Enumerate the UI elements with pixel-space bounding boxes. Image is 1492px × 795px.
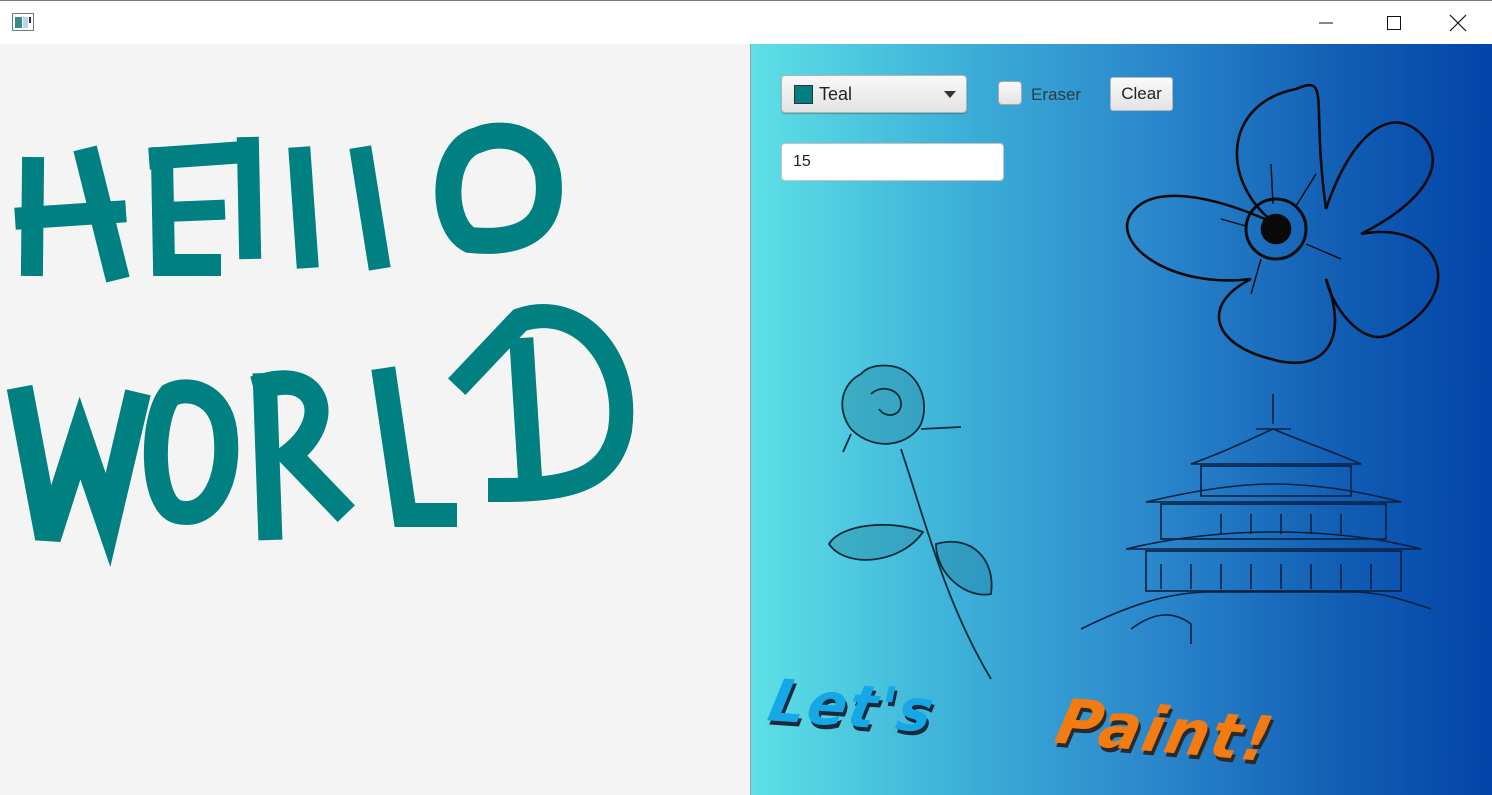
maximize-button[interactable] xyxy=(1360,1,1428,45)
stroke-letter-h-3 xyxy=(73,145,130,283)
minimize-button[interactable] xyxy=(1292,1,1360,45)
close-button[interactable] xyxy=(1424,1,1492,45)
stroke-letter-e-3 xyxy=(154,199,226,223)
stroke-letter-d-2 xyxy=(509,337,543,491)
eraser-checkbox[interactable] xyxy=(998,81,1022,105)
clear-button[interactable]: Clear xyxy=(1110,77,1173,111)
flower-sketch xyxy=(1125,83,1440,365)
minimize-icon xyxy=(1319,22,1333,24)
brush-size-input[interactable] xyxy=(781,143,1004,181)
drawing-canvas[interactable] xyxy=(0,44,750,795)
stroke-letter-o2 xyxy=(143,379,239,525)
canvas-strokes xyxy=(6,122,634,568)
maximize-icon xyxy=(1387,16,1401,30)
close-icon xyxy=(1449,14,1467,32)
app-icon xyxy=(12,13,34,31)
stroke-letter-l1 xyxy=(288,146,319,269)
rose-sketch xyxy=(827,364,993,680)
stroke-letter-w xyxy=(6,384,151,568)
control-panel: Teal Eraser Clear Let's Paint! xyxy=(750,44,1492,795)
stroke-letter-l2 xyxy=(349,145,391,271)
color-picker-label: Teal xyxy=(819,84,853,104)
stroke-letter-d xyxy=(448,304,634,503)
lets-logo-text: Let's xyxy=(762,666,942,746)
color-swatch xyxy=(794,85,813,104)
stroke-letter-e-4 xyxy=(236,136,262,260)
chevron-down-icon xyxy=(944,91,956,98)
title-bar xyxy=(0,0,1492,44)
stroke-letter-e-2 xyxy=(148,140,257,170)
pagoda-sketch xyxy=(1080,394,1432,644)
stroke-letter-o xyxy=(435,122,562,254)
stroke-letter-l3 xyxy=(371,366,457,527)
stroke-letter-r xyxy=(252,372,283,541)
color-picker[interactable]: Teal xyxy=(781,75,967,113)
eraser-label[interactable]: Eraser xyxy=(1031,85,1081,105)
